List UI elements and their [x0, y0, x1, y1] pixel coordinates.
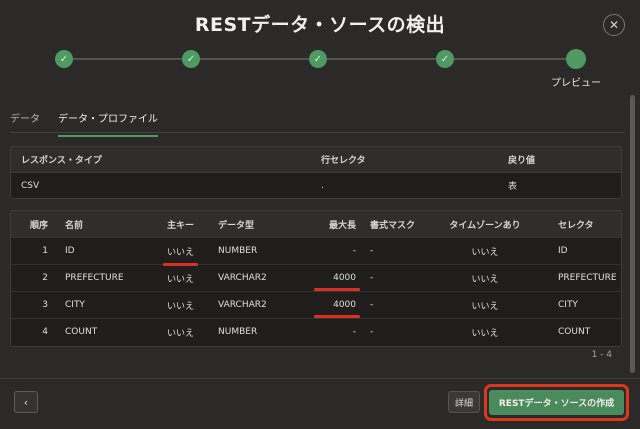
cell-primary-key: いいえ [166, 274, 194, 285]
dialog-scrollbar[interactable] [630, 95, 635, 373]
header-name: 名前 [65, 220, 84, 231]
details-button[interactable]: 詳細 [448, 391, 480, 413]
close-button[interactable]: ✕ [603, 14, 625, 36]
cell-primary-key: いいえ [166, 301, 194, 312]
cell-primary-key: いいえ [166, 328, 194, 339]
cell-format-mask: - [370, 273, 374, 283]
tab-data-profile[interactable]: データ・プロファイル [58, 106, 158, 137]
cell-max-length: - [352, 327, 356, 337]
table-header-row: 順序 名前 主キー データ型 最大長 書式マスク タイムゾーンあり セレクタ [11, 211, 621, 238]
step-4-check-icon: ✓ [436, 50, 454, 68]
header-row-selector: 行セレクタ [321, 156, 366, 166]
cell-max-length: 4000 [298, 273, 360, 291]
header-response-type: レスポンス・タイプ [21, 156, 102, 166]
step-current-label: プレビュー [551, 78, 601, 89]
dialog-title: RESTデータ・ソースの検出 [194, 14, 446, 36]
pagination-range: 1 - 4 [591, 350, 612, 360]
header-data-type: データ型 [218, 220, 255, 231]
cell-order: 4 [42, 327, 48, 337]
table-row: 1 ID いいえ NUMBER - - いいえ ID [11, 238, 621, 266]
cell-name: ID [65, 246, 75, 256]
cell-selector: CITY [558, 300, 578, 310]
close-icon: ✕ [608, 18, 620, 32]
table-row: 2 PREFECTURE いいえ VARCHAR2 4000 - いいえ PRE… [11, 265, 621, 292]
cell-selector: PREFECTURE [558, 273, 617, 283]
cell-primary-key: いいえ [153, 245, 208, 266]
step-3-check-icon: ✓ [309, 50, 327, 68]
step-5-current [566, 49, 586, 69]
data-profile-table: 順序 名前 主キー データ型 最大長 書式マスク タイムゾーンあり セレクタ 1… [10, 210, 622, 347]
header-format-mask: 書式マスク [370, 220, 416, 231]
header-order: 順序 [29, 220, 48, 231]
cell-return-value: 表 [508, 182, 518, 192]
response-type-table: レスポンス・タイプ 行セレクタ 戻り値 CSV . 表 [10, 146, 622, 199]
cell-row-selector: . [321, 180, 324, 191]
cell-order: 2 [42, 273, 48, 283]
cell-max-length: 4000 [298, 300, 360, 318]
cell-data-type: NUMBER [218, 246, 258, 256]
table-row: CSV . 表 [11, 173, 621, 198]
cell-format-mask: - [370, 246, 374, 256]
tab-bar: データ データ・プロファイル [10, 106, 176, 137]
cell-name: COUNT [65, 327, 98, 337]
cell-format-mask: - [370, 300, 374, 310]
header-primary-key: 主キー [166, 220, 194, 231]
cell-name: PREFECTURE [65, 273, 124, 283]
tab-divider [10, 132, 625, 133]
create-rest-data-source-button[interactable]: RESTデータ・ソースの作成 [489, 390, 624, 415]
cell-data-type: NUMBER [218, 327, 258, 337]
cell-has-timezone: いいえ [471, 301, 499, 312]
cell-selector: ID [558, 246, 568, 256]
cell-order: 3 [42, 300, 48, 310]
header-max-length: 最大長 [328, 220, 356, 231]
cell-response-type: CSV [21, 180, 40, 191]
chevron-left-icon: ‹ [23, 395, 29, 409]
header-return-value: 戻り値 [508, 156, 536, 166]
wizard-stepper: ✓ ✓ ✓ ✓ プレビュー [0, 48, 640, 89]
cell-selector: COUNT [558, 327, 591, 337]
cell-has-timezone: いいえ [471, 328, 499, 339]
cell-order: 1 [42, 246, 48, 256]
cell-name: CITY [65, 300, 85, 310]
back-button[interactable]: ‹ [14, 391, 38, 413]
cell-max-length: - [352, 246, 356, 256]
cell-format-mask: - [370, 327, 374, 337]
cell-data-type: VARCHAR2 [218, 273, 267, 283]
table-header-row: レスポンス・タイプ 行セレクタ 戻り値 [11, 147, 621, 173]
table-row: 4 COUNT いいえ NUMBER - - いいえ COUNT [11, 319, 621, 345]
footer-divider [0, 378, 640, 379]
cell-has-timezone: いいえ [471, 274, 499, 285]
header-has-timezone: タイムゾーンあり [449, 220, 521, 231]
table-row: 3 CITY いいえ VARCHAR2 4000 - いいえ CITY [11, 292, 621, 319]
cell-has-timezone: いいえ [471, 247, 499, 258]
step-2-check-icon: ✓ [182, 50, 200, 68]
header-selector: セレクタ [558, 220, 594, 231]
step-1-check-icon: ✓ [55, 50, 73, 68]
cell-data-type: VARCHAR2 [218, 300, 267, 310]
tab-data[interactable]: データ [10, 106, 40, 132]
